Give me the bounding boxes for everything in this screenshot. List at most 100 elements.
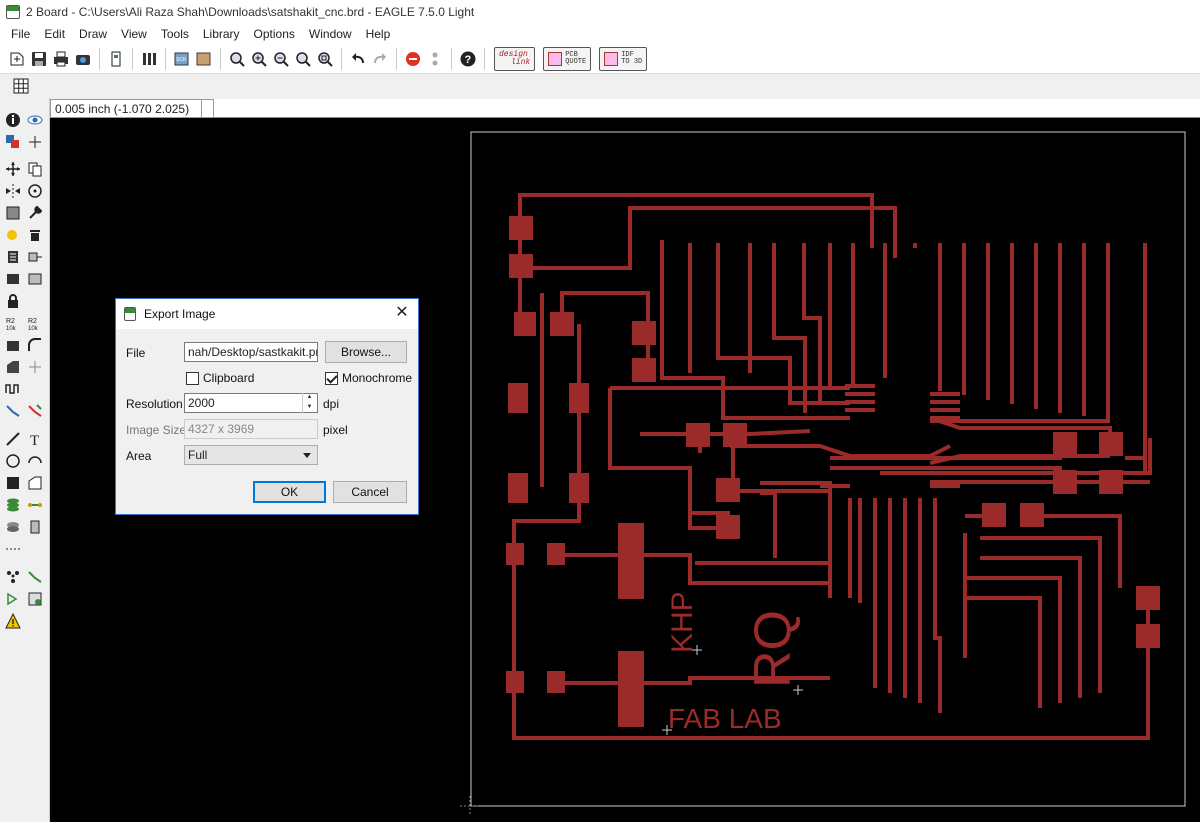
redo-icon[interactable]	[370, 49, 390, 69]
gateswap-icon[interactable]	[26, 270, 44, 288]
print-icon[interactable]	[51, 49, 71, 69]
command-history-button[interactable]	[202, 99, 214, 118]
undo-icon[interactable]	[348, 49, 368, 69]
redraw-icon[interactable]	[293, 49, 313, 69]
help-icon[interactable]: ?	[458, 49, 478, 69]
menu-options[interactable]: Options	[247, 27, 302, 41]
dimension-icon[interactable]	[4, 540, 22, 558]
idf-to-3d-button[interactable]: IDF TO 3D	[599, 46, 648, 71]
pcb-quote-button[interactable]: PCB QUOTE	[543, 46, 592, 71]
lock-icon[interactable]	[4, 292, 22, 310]
delete-icon[interactable]	[26, 226, 44, 244]
pad	[686, 423, 710, 447]
zoom-fit-icon[interactable]	[227, 49, 247, 69]
khp-text: KHP	[666, 591, 699, 653]
move-icon[interactable]	[4, 160, 22, 178]
drc-icon[interactable]	[26, 590, 44, 608]
design-link-label-2: link	[511, 57, 531, 67]
design-link-button[interactable]: design link	[494, 46, 536, 71]
change-icon[interactable]	[26, 204, 44, 222]
smash-icon[interactable]	[4, 336, 22, 354]
mark-icon[interactable]	[26, 133, 44, 151]
pinswap-icon[interactable]	[4, 270, 22, 288]
save-icon[interactable]	[29, 49, 49, 69]
cam-icon[interactable]	[73, 49, 93, 69]
open-icon[interactable]	[7, 49, 27, 69]
menu-edit[interactable]: Edit	[37, 27, 72, 41]
pad	[618, 651, 644, 727]
ulp-icon[interactable]	[194, 49, 214, 69]
name-icon[interactable]: R2 10k	[4, 314, 22, 332]
spin-up-icon[interactable]: ▲	[303, 393, 316, 403]
toolbar-divider	[165, 47, 166, 70]
area-label: Area	[126, 449, 152, 463]
zoom-out-icon[interactable]	[271, 49, 291, 69]
ripup-icon[interactable]	[26, 402, 44, 420]
add-icon[interactable]	[4, 248, 22, 266]
browse-button[interactable]: Browse...	[325, 341, 407, 363]
copy-icon[interactable]	[26, 160, 44, 178]
autorouter-icon[interactable]	[26, 568, 44, 586]
monochrome-checkbox[interactable]: Monochrome	[325, 371, 412, 385]
toolbar-divider	[484, 47, 485, 70]
stop-icon[interactable]	[403, 49, 423, 69]
resolution-spinner[interactable]: ▲ ▼	[302, 393, 316, 413]
file-path-input[interactable]: nah/Desktop/sastkakit.png	[184, 342, 318, 362]
wire-icon[interactable]	[4, 430, 22, 448]
value-icon[interactable]: R2 10k	[26, 314, 44, 332]
ok-button[interactable]: OK	[253, 481, 326, 503]
menu-file[interactable]: File	[4, 27, 37, 41]
split-icon[interactable]	[4, 358, 22, 376]
show-icon[interactable]	[26, 111, 44, 129]
menu-bar: File Edit Draw View Tools Library Option…	[0, 24, 1200, 44]
zoom-in-icon[interactable]	[249, 49, 269, 69]
layers-icon[interactable]	[139, 49, 159, 69]
monochrome-checkbox-box[interactable]	[325, 371, 338, 385]
go-icon[interactable]	[425, 49, 445, 69]
spin-down-icon[interactable]: ▼	[303, 403, 316, 413]
pad	[632, 358, 656, 382]
text-icon[interactable]: T	[26, 430, 44, 448]
display-layers-icon[interactable]	[4, 133, 22, 151]
resolution-input[interactable]: 2000	[184, 393, 318, 413]
menu-draw[interactable]: Draw	[72, 27, 114, 41]
script-icon[interactable]: SCR	[172, 49, 192, 69]
close-icon[interactable]: ✕	[394, 305, 410, 321]
miter-icon[interactable]	[26, 336, 44, 354]
ratsnest-icon[interactable]	[4, 568, 22, 586]
meander-icon[interactable]	[4, 380, 22, 398]
hole-icon[interactable]	[4, 518, 22, 536]
area-select[interactable]: Full	[184, 445, 318, 465]
circle-icon[interactable]	[4, 452, 22, 470]
grid-icon[interactable]	[11, 76, 31, 96]
rect-icon[interactable]	[4, 474, 22, 492]
arc-icon[interactable]	[26, 452, 44, 470]
errors-icon[interactable]	[4, 612, 22, 630]
board-switch-icon[interactable]	[106, 49, 126, 69]
menu-view[interactable]: View	[114, 27, 154, 41]
attribute-icon[interactable]	[26, 518, 44, 536]
zoom-select-icon[interactable]	[315, 49, 335, 69]
command-line-input[interactable]	[214, 99, 1200, 118]
optimize-icon[interactable]	[26, 358, 44, 376]
cancel-button[interactable]: Cancel	[333, 481, 407, 503]
canvas-origin-marker	[460, 796, 480, 816]
signal-icon[interactable]	[26, 496, 44, 514]
paste-icon[interactable]	[4, 226, 22, 244]
group-icon[interactable]	[4, 204, 22, 222]
clipboard-checkbox-box[interactable]	[186, 371, 199, 385]
polygon-icon[interactable]	[26, 474, 44, 492]
menu-tools[interactable]: Tools	[154, 27, 196, 41]
rotate-icon[interactable]	[26, 182, 44, 200]
info-icon[interactable]	[4, 111, 22, 129]
clipboard-checkbox[interactable]: Clipboard	[186, 371, 254, 385]
resolution-label: Resolution	[126, 397, 183, 411]
replace-icon[interactable]	[26, 248, 44, 266]
menu-library[interactable]: Library	[196, 27, 247, 41]
menu-window[interactable]: Window	[302, 27, 359, 41]
mirror-icon[interactable]	[4, 182, 22, 200]
route-icon[interactable]	[4, 402, 22, 420]
menu-help[interactable]: Help	[359, 27, 398, 41]
via-icon[interactable]	[4, 496, 22, 514]
erc-icon[interactable]	[4, 590, 22, 608]
